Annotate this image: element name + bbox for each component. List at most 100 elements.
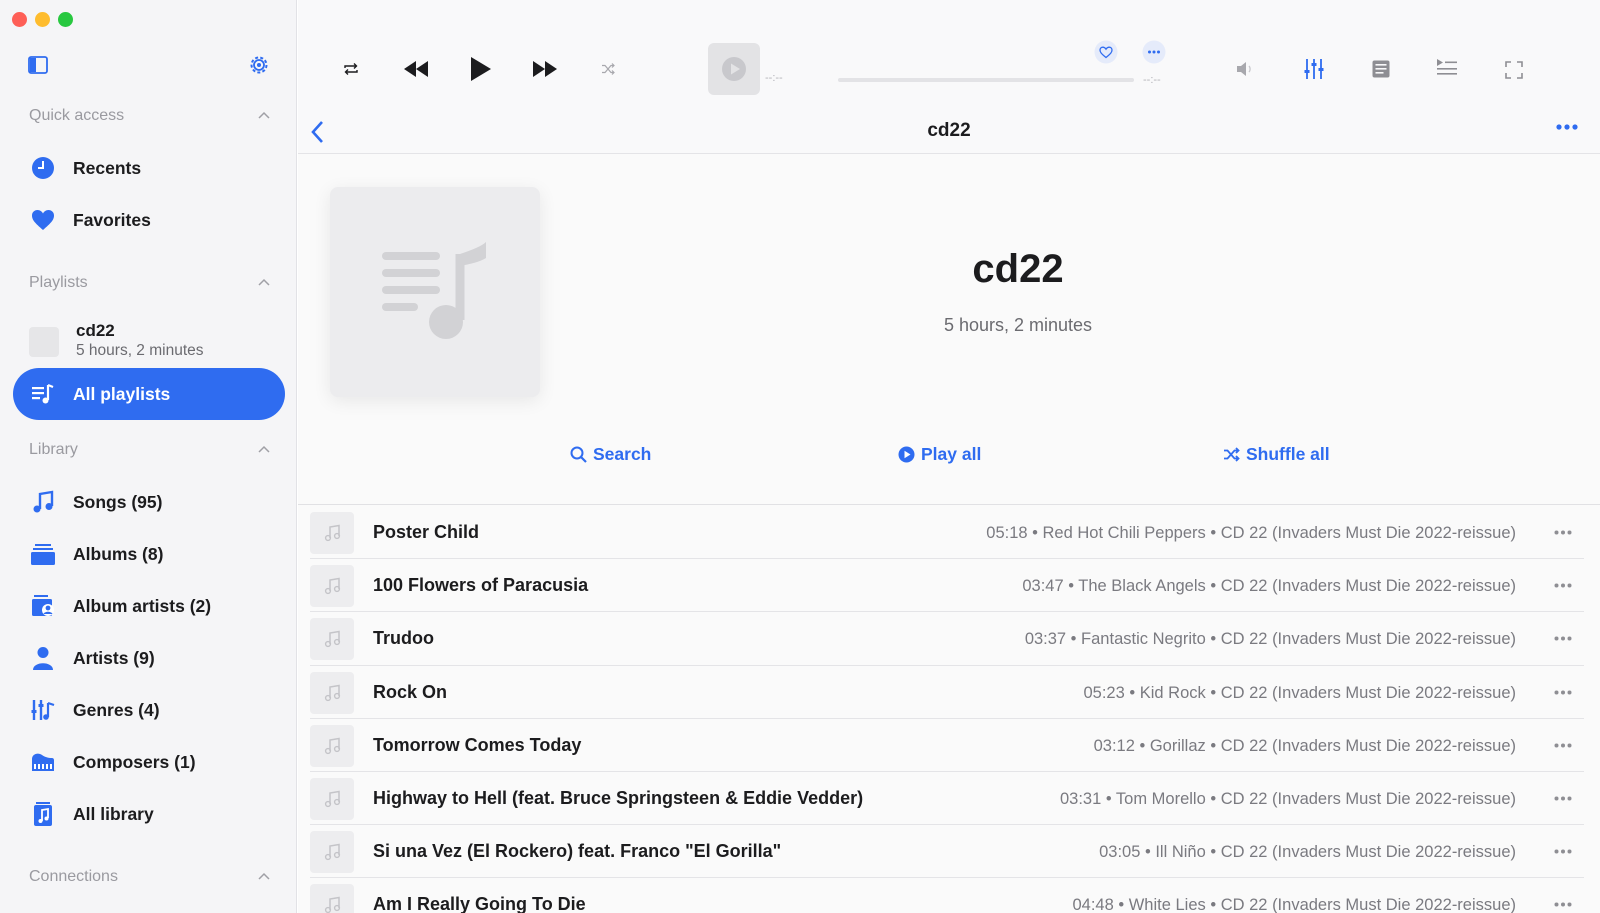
track-row[interactable]: Tomorrow Comes Today 03:12 • Gorillaz • …	[310, 719, 1584, 772]
close-window-button[interactable]	[12, 12, 27, 27]
rewind-icon[interactable]	[403, 59, 429, 79]
window-controls	[12, 12, 73, 27]
quick-access-heading: Quick access	[29, 107, 125, 124]
music-note-icon	[324, 577, 341, 595]
playlists-section-header[interactable]: Playlists	[29, 274, 271, 292]
track-row[interactable]: Trudoo 03:37 • Fantastic Negrito • CD 22…	[310, 612, 1584, 666]
page-title: cd22	[927, 120, 971, 141]
chevron-up-icon[interactable]	[257, 870, 271, 884]
music-note-icon	[324, 790, 341, 808]
elapsed-time: --:--	[765, 72, 783, 84]
sidebar-item-genres[interactable]: Genres (4)	[13, 684, 285, 736]
playlist-thumbnail	[29, 327, 59, 357]
connections-section-header[interactable]: Connections	[29, 868, 271, 886]
sidebar-item-album-artists[interactable]: Album artists (2)	[13, 580, 285, 632]
albums-icon	[31, 544, 55, 565]
ellipsis-icon[interactable]	[1554, 902, 1572, 907]
track-row[interactable]: 100 Flowers of Paracusia 03:47 • The Bla…	[310, 559, 1584, 613]
track-row[interactable]: Highway to Hell (feat. Bruce Springsteen…	[310, 772, 1584, 826]
playback-progress-bar[interactable]	[838, 78, 1134, 82]
shuffle-all-button-label: Shuffle all	[1246, 444, 1330, 464]
repeat-icon[interactable]	[343, 62, 359, 76]
track-meta: 03:37 • Fantastic Negrito • CD 22 (Invad…	[1024, 630, 1516, 649]
main-content: --:-- --:-- cd22 cd22 5 hours, 2 minutes…	[298, 0, 1600, 913]
lyrics-icon[interactable]	[1372, 60, 1390, 78]
track-artwork	[310, 618, 354, 661]
track-artwork	[310, 831, 354, 874]
search-button[interactable]: Search	[570, 444, 651, 465]
ellipsis-icon[interactable]	[1554, 530, 1572, 535]
sidebar-item-label: Songs (95)	[73, 491, 163, 512]
track-row[interactable]: Poster Child 05:18 • Red Hot Chili Peppe…	[310, 506, 1584, 560]
play-all-button[interactable]: Play all	[898, 444, 981, 465]
track-title: Rock On	[373, 681, 448, 702]
fast-forward-icon[interactable]	[532, 59, 558, 79]
library-section-header[interactable]: Library	[29, 441, 271, 459]
equalizer-icon[interactable]	[1304, 58, 1324, 80]
track-title: Poster Child	[373, 522, 480, 542]
playlist-title: cd22	[972, 247, 1064, 291]
favorite-heart-icon[interactable]	[1094, 40, 1118, 64]
sidebar-playlist-cd22[interactable]: cd22 5 hours, 2 minutes	[29, 321, 279, 365]
ellipsis-icon[interactable]	[1556, 124, 1578, 130]
album-artists-icon	[32, 595, 54, 616]
sidebar: Quick access Recents Favorites Playlists…	[0, 0, 297, 913]
now-playing-artwork[interactable]	[708, 43, 760, 95]
chevron-up-icon[interactable]	[257, 443, 271, 457]
quick-access-section-header[interactable]: Quick access	[29, 107, 271, 125]
queue-icon[interactable]	[1436, 58, 1458, 76]
ellipsis-icon[interactable]	[1554, 849, 1572, 854]
more-options-icon[interactable]	[1142, 40, 1166, 64]
fullscreen-icon[interactable]	[1505, 61, 1523, 79]
playlist-icon	[32, 383, 54, 404]
track-title: Am I Really Going To Die	[373, 894, 586, 913]
ellipsis-icon[interactable]	[1554, 796, 1572, 801]
ellipsis-icon[interactable]	[1554, 743, 1572, 748]
remaining-time: --:--	[1143, 74, 1161, 86]
sidebar-item-recents[interactable]: Recents	[13, 142, 285, 194]
track-meta: 03:31 • Tom Morello • CD 22 (Invaders Mu…	[1059, 789, 1516, 808]
music-note-icon	[324, 896, 341, 913]
ellipsis-icon[interactable]	[1554, 690, 1572, 695]
track-row[interactable]: Si una Vez (El Rockero) feat. Franco "El…	[310, 825, 1584, 879]
sidebar-item-label: Recents	[73, 157, 142, 178]
track-meta: 05:23 • Kid Rock • CD 22 (Invaders Must …	[1083, 683, 1517, 702]
sidebar-item-artists[interactable]: Artists (9)	[13, 632, 285, 684]
track-row[interactable]: Rock On 05:23 • Kid Rock • CD 22 (Invade…	[310, 666, 1584, 719]
music-note-icon	[324, 524, 341, 542]
chevron-up-icon[interactable]	[257, 276, 271, 290]
library-heading: Library	[29, 441, 78, 458]
zoom-window-button[interactable]	[58, 12, 73, 27]
track-meta: 04:48 • White Lies • CD 22 (Invaders Mus…	[1072, 896, 1517, 913]
shuffle-icon[interactable]	[601, 63, 615, 75]
chevron-up-icon[interactable]	[257, 109, 271, 123]
playlists-heading: Playlists	[29, 274, 88, 291]
navigation-bar: cd22	[298, 112, 1600, 154]
playlist-cover	[330, 187, 540, 397]
sidebar-item-albums[interactable]: Albums (8)	[13, 528, 285, 580]
gear-icon[interactable]	[248, 54, 270, 76]
volume-icon[interactable]	[1236, 61, 1254, 77]
track-meta: 05:18 • Red Hot Chili Peppers • CD 22 (I…	[986, 524, 1516, 542]
shuffle-icon	[1224, 447, 1240, 462]
ellipsis-icon[interactable]	[1554, 636, 1572, 641]
track-artwork	[310, 884, 354, 913]
ellipsis-icon[interactable]	[1554, 583, 1572, 588]
music-note-icon	[324, 843, 341, 861]
play-icon[interactable]	[470, 56, 492, 82]
track-meta: 03:47 • The Black Angels • CD 22 (Invade…	[1022, 577, 1516, 596]
track-artwork	[310, 565, 354, 608]
sidebar-item-label: Album artists (2)	[73, 595, 212, 616]
track-artwork	[310, 512, 354, 554]
sidebar-toggle-icon[interactable]	[28, 56, 48, 74]
track-row[interactable]: Am I Really Going To Die 04:48 • White L…	[310, 878, 1584, 913]
minimize-window-button[interactable]	[35, 12, 50, 27]
sidebar-item-composers[interactable]: Composers (1)	[13, 736, 285, 788]
shuffle-all-button[interactable]: Shuffle all	[1223, 444, 1330, 465]
play-circle-icon	[898, 446, 915, 463]
play-all-button-label: Play all	[921, 444, 982, 464]
sidebar-item-all-playlists[interactable]: All playlists	[13, 368, 285, 420]
sidebar-item-all-library[interactable]: All library	[13, 788, 285, 840]
sidebar-item-songs[interactable]: Songs (95)	[13, 476, 285, 528]
sidebar-item-favorites[interactable]: Favorites	[13, 194, 285, 246]
